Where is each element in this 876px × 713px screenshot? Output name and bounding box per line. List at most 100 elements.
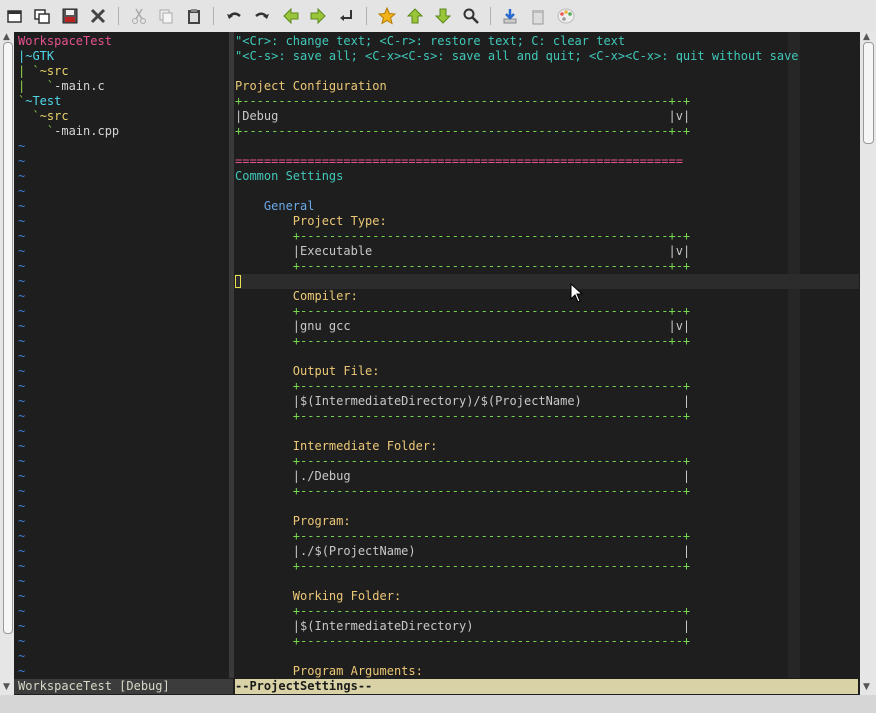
tree-node[interactable]: |~GTK xyxy=(18,49,228,64)
combo-arrow: |v| xyxy=(278,109,691,123)
save-icon xyxy=(62,8,78,24)
text xyxy=(235,214,293,228)
redo-button[interactable] xyxy=(252,6,272,26)
empty-line-marker: ~ xyxy=(18,544,228,559)
scroll-up-arrow[interactable]: ▲ xyxy=(863,32,870,42)
cut-button[interactable] xyxy=(129,6,149,26)
field-value-row[interactable]: |./$(ProjectName) | xyxy=(235,544,855,559)
jump-button[interactable] xyxy=(337,6,357,26)
help-line: "<C-s>: save all; <C-x><C-s>: save all a… xyxy=(235,49,855,64)
trash-icon xyxy=(532,10,544,25)
open-workspace-button[interactable] xyxy=(5,6,25,26)
field-border-bottom: +---------------------------------------… xyxy=(235,484,855,499)
scroll-down-arrow[interactable]: ▼ xyxy=(3,682,10,692)
empty-line-marker: ~ xyxy=(18,439,228,454)
tree-node[interactable]: `~src xyxy=(18,109,228,124)
tree-node[interactable]: WorkspaceTest xyxy=(18,34,228,49)
border: +---------------------------------------… xyxy=(292,454,691,468)
label: Common Settings xyxy=(235,169,344,183)
back-button[interactable] xyxy=(281,6,301,26)
find-button[interactable] xyxy=(461,6,481,26)
vertical-split-divider[interactable] xyxy=(229,32,234,678)
tree-node[interactable]: `-main.cpp xyxy=(18,124,228,139)
bookmark-button[interactable] xyxy=(377,6,397,26)
undo-button[interactable] xyxy=(224,6,244,26)
field-label: Output File: xyxy=(235,364,855,379)
field-value-row[interactable]: |Debug |v| xyxy=(235,109,855,124)
field-label: Working Folder: xyxy=(235,589,855,604)
field-border-bottom: +---------------------------------------… xyxy=(235,634,855,649)
arrow-up-icon xyxy=(406,8,424,24)
right-scrollbar[interactable]: ▲ ▼ xyxy=(860,32,876,695)
empty-line-marker: ~ xyxy=(18,244,228,259)
open-project-button[interactable] xyxy=(32,6,52,26)
trash-button[interactable] xyxy=(528,6,548,26)
field-value: |Executable xyxy=(292,244,373,258)
field-value-row[interactable]: |$(IntermediateDirectory)/$(ProjectName)… xyxy=(235,394,855,409)
field-value-row[interactable]: |./Debug | xyxy=(235,469,855,484)
copy-button[interactable] xyxy=(156,6,176,26)
down-button[interactable] xyxy=(433,6,453,26)
field-border-top: +---------------------------------------… xyxy=(235,379,855,394)
section-separator: ========================================… xyxy=(235,154,855,169)
empty-line-marker: ~ xyxy=(18,334,228,349)
toolbar xyxy=(0,0,876,33)
forward-button[interactable] xyxy=(308,6,328,26)
workspace-statusline: WorkspaceTest [Debug] xyxy=(14,679,233,694)
border: +---------------------------------------… xyxy=(292,379,691,393)
tilde-marker: ~ xyxy=(18,394,26,408)
tree-node-label: ~GTK xyxy=(25,49,55,63)
section-label: Project Configuration xyxy=(235,79,855,94)
copy-icon xyxy=(159,9,173,24)
empty-line-marker: ~ xyxy=(18,499,228,514)
tree-node[interactable]: | `~src xyxy=(18,64,228,79)
download-button[interactable] xyxy=(500,6,520,26)
close-icon xyxy=(90,8,106,24)
field-value-row[interactable]: |Executable |v| xyxy=(235,244,855,259)
workspace-tree[interactable]: WorkspaceTest |~GTK | `~src | `-main.c `~Tes… xyxy=(18,34,228,679)
scrollbar-thumb[interactable] xyxy=(863,42,874,144)
close-button[interactable] xyxy=(88,6,108,26)
field-border-top: +---------------------------------------… xyxy=(235,94,855,109)
tilde-marker: ~ xyxy=(18,589,26,603)
field-value-row[interactable]: |gnu gcc |v| xyxy=(235,319,855,334)
palette-button[interactable] xyxy=(556,6,576,26)
field-value: |$(IntermediateDirectory) xyxy=(292,619,474,633)
save-button[interactable] xyxy=(60,6,80,26)
project-settings-buffer[interactable]: "<Cr>: change text; <C-r>: restore text;… xyxy=(235,34,855,679)
label: Intermediate Folder: xyxy=(292,439,438,453)
tree-node[interactable]: `~Test xyxy=(18,94,228,109)
field-value: |$(IntermediateDirectory)/$(ProjectName) xyxy=(292,394,582,408)
help-text: "<C-s>: save all; <C-x><C-s>: save all a… xyxy=(235,49,799,63)
empty-line-marker: ~ xyxy=(18,574,228,589)
tilde-marker: ~ xyxy=(18,634,26,648)
tilde-marker: ~ xyxy=(18,319,26,333)
paste-button[interactable] xyxy=(184,6,204,26)
label: Program Arguments: xyxy=(292,664,423,678)
empty-line-marker: ~ xyxy=(18,274,228,289)
border: +---------------------------------------… xyxy=(292,259,691,273)
scroll-up-arrow[interactable]: ▲ xyxy=(3,32,10,42)
up-button[interactable] xyxy=(405,6,425,26)
mouse-pointer-icon xyxy=(570,283,584,303)
tilde-marker: ~ xyxy=(18,274,26,288)
scrollbar-thumb[interactable] xyxy=(3,42,13,634)
field-value-row[interactable]: |$(IntermediateDirectory) | xyxy=(235,619,855,634)
tree-node[interactable]: | `-main.c xyxy=(18,79,228,94)
field-label: Program: xyxy=(235,514,855,529)
scroll-down-arrow[interactable]: ▼ xyxy=(863,682,870,692)
left-scrollbar[interactable]: ▲ ▼ xyxy=(0,32,14,695)
tilde-marker: ~ xyxy=(18,349,26,363)
tilde-marker: ~ xyxy=(18,169,26,183)
section-label: Common Settings xyxy=(235,169,855,184)
